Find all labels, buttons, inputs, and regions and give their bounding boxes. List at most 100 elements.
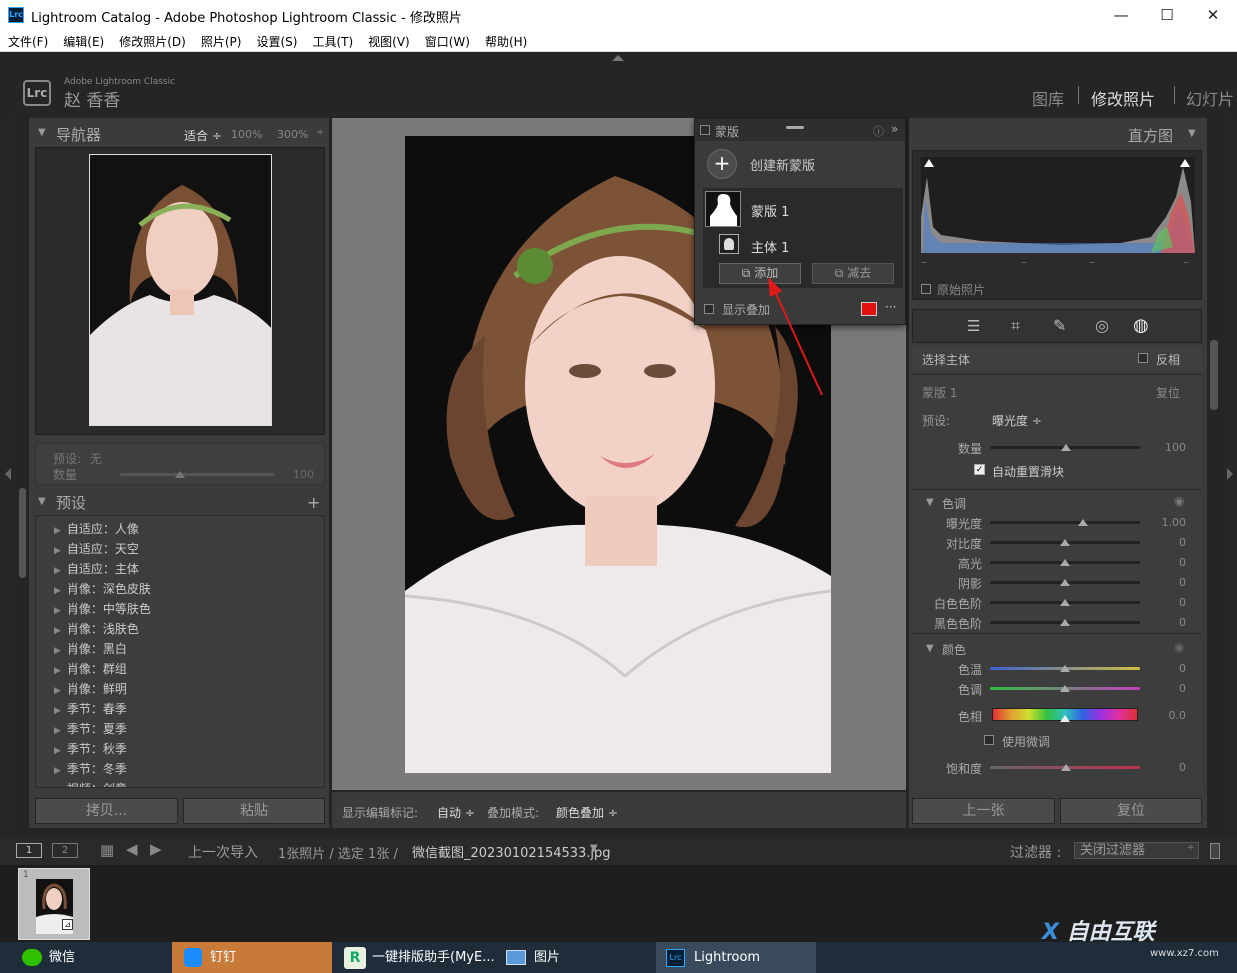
taskbar-item-wechat[interactable]: 微信 — [0, 942, 170, 973]
slider-thumb[interactable] — [1060, 559, 1070, 566]
collapse-triangle-icon[interactable]: ▼ — [38, 496, 46, 507]
zoom-100[interactable]: 100% — [231, 128, 262, 141]
taskbar-item-photos[interactable]: 图片 — [500, 942, 650, 973]
mask-name[interactable]: 蒙版 1 — [751, 201, 789, 220]
expand-triangle-icon[interactable]: ▶ — [54, 726, 61, 736]
reset-button[interactable]: 复位 — [1060, 798, 1202, 824]
module-library[interactable]: 图库 — [1032, 86, 1064, 110]
menu-view[interactable]: 视图(V) — [360, 30, 417, 50]
expand-triangle-icon[interactable]: ▶ — [54, 766, 61, 776]
slider-thumb[interactable] — [1060, 579, 1070, 586]
preset-item[interactable]: ▶ 自适应：主体 — [54, 560, 139, 580]
module-slideshow[interactable]: 幻灯片 — [1186, 86, 1234, 110]
menu-settings[interactable]: 设置(S) — [248, 30, 304, 50]
preset-item[interactable]: ▶ 自适应：人像 — [54, 520, 139, 540]
shadow-clipping-icon[interactable] — [924, 159, 934, 167]
highlight-clipping-icon[interactable] — [1180, 159, 1190, 167]
subject-icon[interactable] — [719, 234, 739, 254]
show-edit-marks-select[interactable]: 自动 ÷ — [437, 804, 475, 821]
eye-icon[interactable]: ◉ — [1174, 494, 1184, 508]
expand-triangle-icon[interactable]: ▶ — [54, 686, 61, 696]
expand-triangle-icon[interactable]: ▶ — [54, 546, 61, 556]
left-scrollbar[interactable] — [19, 488, 26, 578]
zoom-chevron-icon[interactable]: ÷ — [316, 127, 324, 138]
slider-thumb[interactable] — [1060, 539, 1070, 546]
expand-icon[interactable]: » — [891, 122, 898, 136]
slider-thumb[interactable] — [1060, 685, 1070, 692]
collapse-left-icon[interactable] — [5, 468, 11, 480]
edit-sliders-icon[interactable]: ☰ — [967, 317, 980, 335]
histogram-title[interactable]: 直方图 — [1128, 125, 1173, 146]
slider-thumb[interactable] — [1060, 599, 1070, 606]
mask-reset-button[interactable]: 复位 — [1156, 384, 1180, 401]
mask-panel-toggle[interactable] — [700, 125, 710, 135]
expand-triangle-icon[interactable]: ▶ — [54, 626, 61, 636]
original-photo-checkbox[interactable] — [921, 284, 931, 294]
preset-item[interactable]: ▶ 视频：创意 — [54, 780, 127, 787]
module-develop[interactable]: 修改照片 — [1091, 86, 1155, 110]
preset-item[interactable]: ▶ 自适应：天空 — [54, 540, 139, 560]
collapse-triangle-icon[interactable]: ▼ — [926, 497, 934, 508]
collapse-right-icon[interactable] — [1227, 468, 1233, 480]
create-new-mask[interactable]: 创建新蒙版 — [750, 155, 815, 174]
expand-triangle-icon[interactable]: ▶ — [54, 666, 61, 676]
red-eye-icon[interactable]: ◎ — [1095, 316, 1109, 335]
menu-photo[interactable]: 照片(P) — [193, 30, 249, 50]
preset-item[interactable]: ▶ 肖像：浅肤色 — [54, 620, 139, 640]
menu-window[interactable]: 窗口(W) — [417, 30, 477, 50]
drag-handle-icon[interactable] — [786, 126, 804, 129]
add-preset-icon[interactable]: + — [307, 493, 320, 512]
color-title[interactable]: 颜色 — [942, 641, 966, 658]
preset-item[interactable]: ▶ 肖像：深色皮肤 — [54, 580, 151, 600]
close-button[interactable]: ✕ — [1190, 0, 1236, 30]
slider-track[interactable] — [990, 521, 1140, 524]
expand-triangle-icon[interactable]: ▶ — [54, 646, 61, 656]
navigator-preview[interactable] — [35, 147, 325, 435]
amount-slider-thumb[interactable] — [175, 471, 185, 478]
right-scrollbar[interactable] — [1210, 340, 1218, 410]
filter-dropdown-icon[interactable]: ÷ — [1187, 843, 1195, 853]
filmstrip-thumbnail[interactable]: 1 ⊿ — [18, 868, 90, 940]
more-options-icon[interactable]: ··· — [885, 300, 896, 314]
presets-title[interactable]: 预设 — [56, 492, 86, 513]
copy-button[interactable]: 拷贝... — [35, 798, 178, 824]
preset-item[interactable]: ▶ 肖像：黑白 — [54, 640, 127, 660]
taskbar-item-lightroom[interactable]: Lrc Lightroom Catalo... — [656, 942, 816, 973]
filter-select[interactable]: 关闭过滤器 — [1074, 842, 1199, 859]
histogram-panel[interactable]: – – – – 原始照片 — [912, 150, 1202, 300]
slider-thumb[interactable] — [1078, 519, 1088, 526]
forward-arrow-icon[interactable]: ▶ — [150, 840, 162, 858]
paste-button[interactable]: 粘贴 — [183, 798, 325, 824]
expand-triangle-icon[interactable]: ▶ — [54, 746, 61, 756]
main-window-button[interactable]: 1 — [16, 843, 42, 858]
preset-item[interactable]: ▶ 季节：冬季 — [54, 760, 127, 780]
zoom-fit[interactable]: 适合 ÷ — [184, 127, 222, 144]
expand-triangle-icon[interactable]: ▶ — [54, 566, 61, 576]
slider-thumb[interactable] — [1060, 619, 1070, 626]
tone-title[interactable]: 色调 — [942, 495, 966, 512]
help-icon[interactable]: ⓘ — [873, 123, 884, 139]
preset-item[interactable]: ▶ 季节：秋季 — [54, 740, 127, 760]
fine-adjust-checkbox[interactable] — [984, 735, 994, 745]
zoom-300[interactable]: 300% — [277, 128, 308, 141]
previous-button[interactable]: 上一张 — [912, 798, 1055, 824]
preset-item[interactable]: ▶ 季节：春季 — [54, 700, 127, 720]
mask-thumbnail[interactable] — [705, 191, 741, 227]
filename[interactable]: 微信截图_20230102154533.jpg — [412, 842, 611, 861]
filename-dropdown-icon[interactable]: ▼ — [590, 843, 598, 854]
preset-item[interactable]: ▶ 肖像：群组 — [54, 660, 127, 680]
source-label[interactable]: 上一次导入 — [188, 842, 258, 862]
preset-item[interactable]: ▶ 肖像：中等肤色 — [54, 600, 151, 620]
expand-triangle-icon[interactable]: ▶ — [54, 606, 61, 616]
minimize-button[interactable]: — — [1098, 0, 1144, 30]
crop-icon[interactable]: ⌗ — [1011, 316, 1020, 336]
menu-help[interactable]: 帮助(H) — [477, 30, 534, 50]
taskbar-item-dingtalk[interactable]: 钉钉 — [172, 942, 332, 973]
collapse-triangle-icon[interactable]: ▼ — [38, 127, 46, 138]
create-mask-plus-icon[interactable]: + — [707, 149, 737, 179]
invert-checkbox[interactable] — [1138, 353, 1148, 363]
mask-amount-thumb[interactable] — [1061, 444, 1071, 451]
subject-name[interactable]: 主体 1 — [751, 237, 789, 256]
slider-thumb[interactable] — [1060, 665, 1070, 672]
maximize-button[interactable]: ☐ — [1144, 0, 1190, 30]
